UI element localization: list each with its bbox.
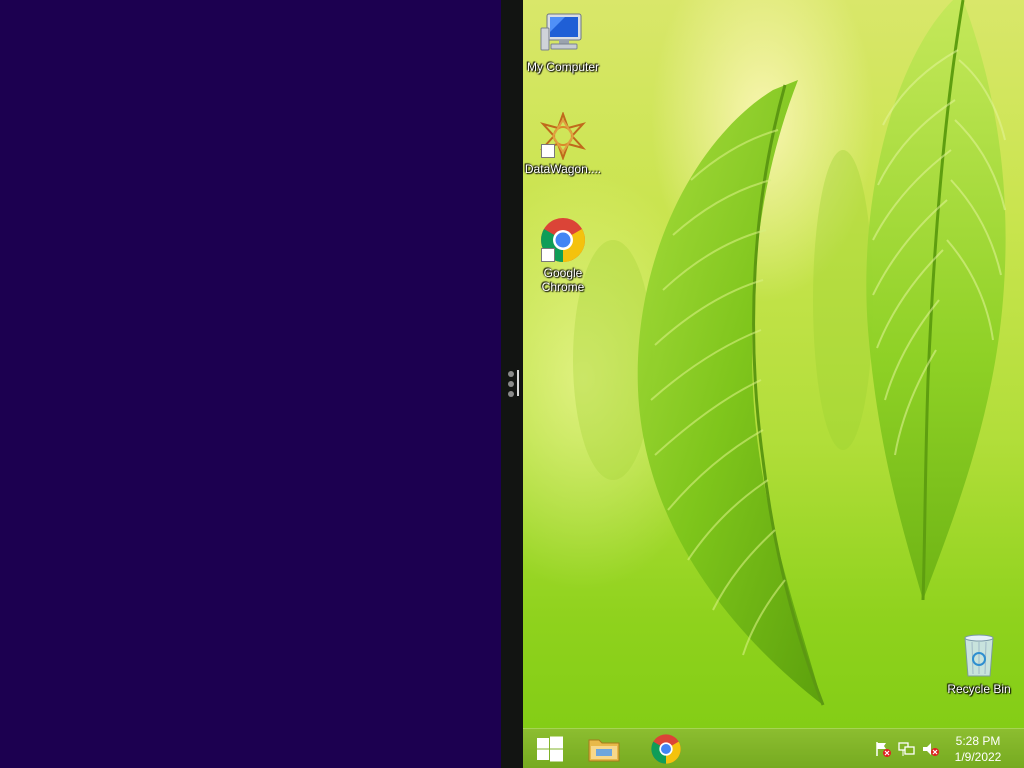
desktop-icon-my-computer[interactable]: My Computer bbox=[523, 10, 603, 74]
taskbar-clock[interactable]: 5:28 PM 1/9/2022 bbox=[948, 733, 1008, 765]
computer-icon bbox=[539, 10, 587, 58]
wallpaper-leaves bbox=[573, 0, 1006, 706]
taskbar-chrome-button[interactable] bbox=[639, 729, 693, 768]
shortcut-arrow-icon bbox=[541, 248, 555, 262]
network-icon[interactable] bbox=[898, 741, 916, 757]
divider-grip-bar bbox=[517, 370, 519, 396]
folder-icon bbox=[588, 739, 620, 762]
desktop-icon-label: Recycle Bin bbox=[947, 682, 1011, 696]
desktop[interactable]: My Computer DataWagon.... Google Chrome … bbox=[523, 0, 1024, 728]
split-divider[interactable] bbox=[501, 0, 523, 768]
action-center-flag-icon[interactable] bbox=[874, 741, 892, 757]
snapped-app-pane[interactable] bbox=[0, 0, 501, 768]
desktop-icon-recycle-bin[interactable]: Recycle Bin bbox=[939, 632, 1019, 696]
divider-dot bbox=[508, 391, 514, 397]
taskbar-file-explorer-button[interactable] bbox=[577, 729, 631, 768]
chrome-icon bbox=[651, 734, 681, 764]
desktop-icon-label: Google Chrome bbox=[541, 266, 585, 294]
desktop-icon-label: DataWagon.... bbox=[524, 162, 602, 176]
system-tray: 5:28 PM 1/9/2022 bbox=[864, 729, 1024, 768]
recycle-bin-icon bbox=[955, 632, 1003, 680]
divider-handle[interactable] bbox=[506, 368, 520, 400]
shortcut-arrow-icon bbox=[541, 144, 555, 158]
windows-logo-icon bbox=[537, 736, 563, 762]
taskbar: 5:28 PM 1/9/2022 bbox=[523, 728, 1024, 768]
desktop-icon-label: My Computer bbox=[526, 60, 600, 74]
desktop-icon-google-chrome[interactable]: Google Chrome bbox=[523, 216, 603, 294]
screen: My Computer DataWagon.... Google Chrome … bbox=[0, 0, 1024, 768]
clock-date: 1/9/2022 bbox=[954, 750, 1002, 764]
start-button[interactable] bbox=[523, 729, 577, 768]
divider-dot bbox=[508, 371, 514, 377]
chrome-icon bbox=[539, 216, 587, 264]
divider-dot bbox=[508, 381, 514, 387]
datawagon-icon bbox=[539, 111, 587, 161]
desktop-icon-datawagon[interactable]: DataWagon.... bbox=[523, 111, 603, 176]
clock-time: 5:28 PM bbox=[955, 734, 1001, 748]
speaker-muted-icon[interactable] bbox=[922, 741, 940, 757]
